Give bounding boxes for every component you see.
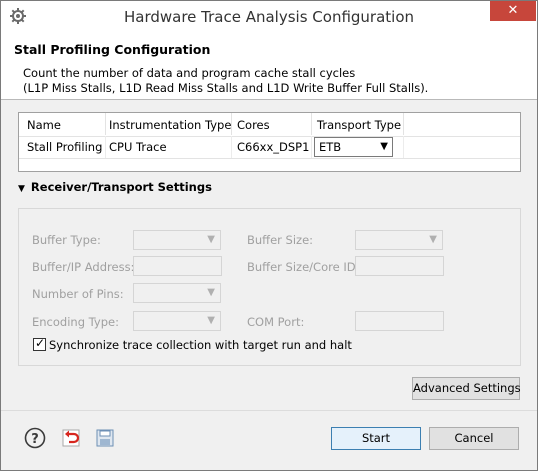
trace-table: Name Instrumentation Type Cores Transpor… [18,112,521,172]
svg-text:?: ? [31,432,39,447]
description-line-1: Count the number of data and program cac… [23,66,356,80]
buffer-type-label: Buffer Type: [32,233,101,247]
buffer-size-select[interactable]: ▼ [355,230,443,250]
section-title: Receiver/Transport Settings [30,180,212,194]
column-divider [311,113,312,135]
buffer-type-select[interactable]: ▼ [133,230,221,250]
footer-divider [1,410,537,411]
expand-triangle-icon: ▼ [18,184,25,194]
buffer-ip-label: Buffer/IP Address: [32,260,135,274]
dialog-window: Hardware Trace Analysis Configuration ✕ … [0,0,538,471]
start-button[interactable]: Start [331,427,421,450]
cell-instrumentation[interactable]: CPU Trace [109,136,167,158]
help-icon[interactable]: ? [24,427,46,449]
receiver-settings-group: Buffer Type: ▼ Buffer Size: ▼ Buffer/IP … [18,208,521,366]
cell-name[interactable]: Stall Profiling [27,136,102,158]
num-pins-select[interactable]: ▼ [133,283,221,303]
advanced-settings-button[interactable]: Advanced Settings [412,377,521,400]
buffer-size-core-label: Buffer Size/Core ID: [247,260,360,274]
sync-checkbox[interactable] [33,336,46,351]
title-bar: Hardware Trace Analysis Configuration ✕ [1,1,537,32]
chevron-down-icon: ▼ [207,234,215,245]
page-description: Count the number of data and program cac… [23,66,428,96]
close-button[interactable]: ✕ [490,1,536,21]
column-divider [403,113,404,135]
chevron-down-icon: ▼ [429,234,437,245]
cell-divider [403,136,404,158]
cell-divider [311,136,312,158]
dialog-header: Stall Profiling Configuration Count the … [1,32,537,100]
com-port-label: COM Port: [247,315,305,329]
com-port-field[interactable] [355,311,444,331]
buffer-size-core-field[interactable] [355,256,444,276]
encoding-type-select[interactable]: ▼ [133,311,221,331]
buffer-size-label: Buffer Size: [247,233,314,247]
transport-type-select[interactable]: ETB ▼ [314,137,393,157]
transport-type-value: ETB [319,140,342,154]
cancel-button[interactable]: Cancel [429,427,519,450]
column-header-instrumentation[interactable]: Instrumentation Type [109,114,231,136]
row-divider [19,158,520,159]
cell-cores[interactable]: C66xx_DSP1 [237,136,309,158]
chevron-down-icon: ▼ [380,141,388,152]
num-pins-label: Number of Pins: [32,287,124,301]
column-header-cores[interactable]: Cores [237,114,270,136]
encoding-type-label: Encoding Type: [32,315,119,329]
save-icon[interactable] [94,427,116,449]
cell-divider [231,136,232,158]
restore-defaults-icon[interactable] [60,427,82,449]
description-line-2: (L1P Miss Stalls, L1D Read Miss Stalls a… [23,81,429,95]
cell-divider [105,136,106,158]
page-title: Stall Profiling Configuration [14,42,211,57]
window-title: Hardware Trace Analysis Configuration [123,8,415,26]
sync-checkbox-row[interactable]: Synchronize trace collection with target… [33,336,352,352]
sync-checkbox-label: Synchronize trace collection with target… [49,338,352,352]
chevron-down-icon: ▼ [207,287,215,298]
buffer-ip-field[interactable] [133,256,222,276]
receiver-section-toggle[interactable]: ▼ Receiver/Transport Settings [18,180,212,194]
column-divider [105,113,106,135]
column-header-name[interactable]: Name [27,114,61,136]
column-divider [231,113,232,135]
column-header-transport[interactable]: Transport Type [317,114,401,136]
chevron-down-icon: ▼ [207,315,215,326]
